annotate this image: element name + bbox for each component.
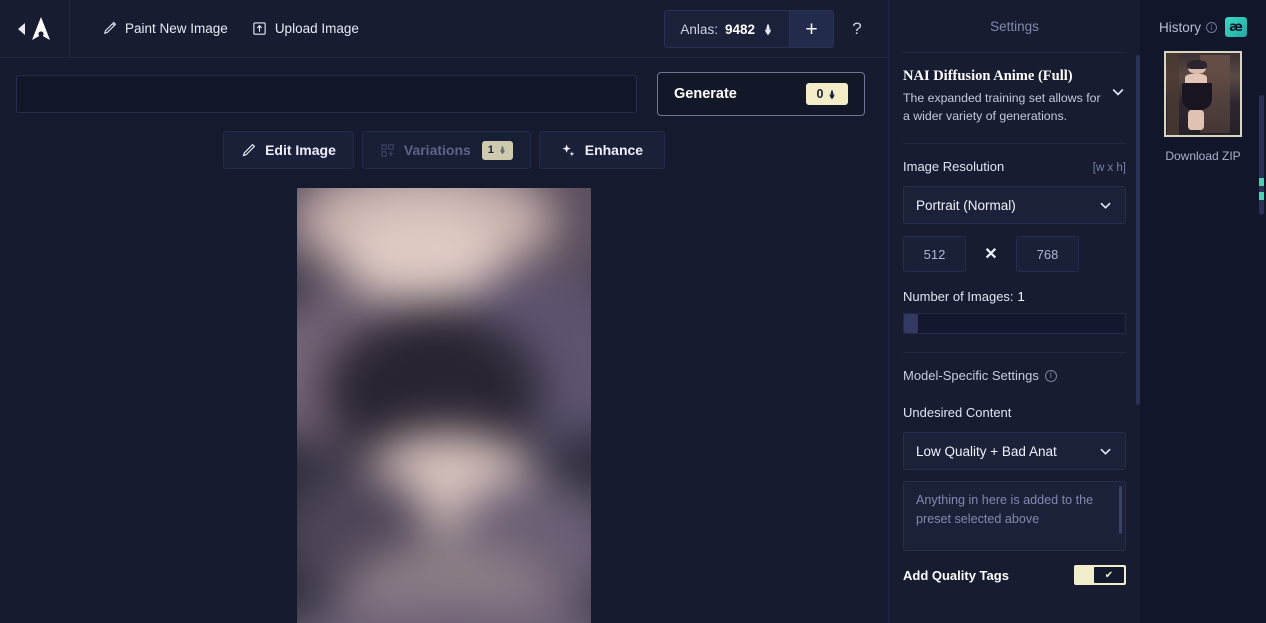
pencil-icon — [242, 143, 256, 156]
undesired-content-placeholder: Anything in here is added to the preset … — [916, 493, 1094, 527]
settings-scroll-area: NAI Diffusion Anime (Full) The expanded … — [889, 52, 1140, 623]
preview-blur-layer — [297, 188, 591, 623]
number-of-images-value: 1 — [1017, 289, 1025, 305]
anlas-icon — [765, 23, 771, 35]
logo-zone — [0, 0, 70, 58]
anlas-counter[interactable]: Anlas: 9482 — [664, 10, 790, 48]
model-card-text: NAI Diffusion Anime (Full) The expanded … — [903, 68, 1104, 125]
sparkle-icon — [562, 143, 575, 156]
resolution-preset-select[interactable]: Portrait (Normal) — [903, 186, 1126, 225]
tab-enhance[interactable]: Enhance — [538, 131, 665, 169]
dimension-inputs: 512 ✕ 768 — [903, 236, 1126, 273]
tab-edit-image[interactable]: Edit Image — [223, 131, 354, 169]
toggle-knob: ✔ — [1094, 567, 1124, 584]
main-workspace: Paint New Image Upload Image Anlas: 9482 — [0, 0, 888, 623]
history-label: History — [1158, 19, 1201, 35]
chevron-down-icon — [1100, 448, 1111, 455]
history-header: History i æ — [1140, 17, 1266, 37]
tab-variations[interactable]: Variations 1 — [361, 131, 531, 169]
add-quality-tags-row: Add Quality Tags ✔ — [903, 565, 1126, 586]
history-panel: History i æ Download ZIP — [1140, 0, 1266, 623]
model-specific-settings-label: Model-Specific Settings — [903, 368, 1039, 384]
number-of-images-label: Number of Images: — [903, 289, 1014, 305]
grid-plus-icon — [381, 143, 394, 157]
generated-image-preview[interactable] — [297, 188, 591, 623]
variations-cost-value: 1 — [487, 144, 494, 156]
model-selector[interactable]: NAI Diffusion Anime (Full) The expanded … — [903, 68, 1126, 125]
anlas-value: 9482 — [724, 21, 755, 37]
image-resolution-label: Image Resolution — [903, 159, 1005, 175]
tool-tabs: Edit Image Variations 1 Enhance — [0, 131, 888, 169]
settings-panel: Settings NAI Diffusion Anime (Full) The … — [888, 0, 1140, 623]
slider-knob[interactable] — [904, 314, 918, 334]
prompt-input-wrapper[interactable] — [16, 75, 637, 113]
topbar-right-group: Anlas: 9482 + ? — [664, 0, 874, 58]
add-quality-tags-label: Add Quality Tags — [903, 567, 1009, 583]
undesired-content-textarea[interactable]: Anything in here is added to the preset … — [903, 481, 1126, 552]
anlas-label: Anlas: — [680, 21, 718, 37]
history-scroll-tick — [1259, 192, 1264, 200]
resolution-preset-value: Portrait (Normal) — [916, 197, 1016, 213]
history-scroll-tick — [1259, 178, 1264, 186]
extension-badge-icon[interactable]: æ — [1225, 17, 1247, 37]
upload-image-label: Upload Image — [274, 21, 359, 36]
chevron-down-icon — [1100, 202, 1111, 209]
height-input[interactable]: 768 — [1016, 236, 1079, 273]
novelai-logo-icon[interactable] — [30, 16, 52, 42]
info-icon[interactable]: i — [1044, 369, 1057, 382]
model-section: NAI Diffusion Anime (Full) The expanded … — [903, 52, 1126, 143]
upload-image-button[interactable]: Upload Image — [242, 14, 369, 43]
paint-new-image-button[interactable]: Paint New Image — [92, 14, 238, 43]
number-of-images-row: Number of Images: 1 — [903, 289, 1126, 304]
sidebar-collapse-icon[interactable] — [17, 22, 25, 35]
check-icon: ✔ — [1104, 569, 1114, 581]
add-anlas-button[interactable]: + — [790, 10, 834, 48]
help-button[interactable]: ? — [840, 10, 874, 48]
top-nav: Paint New Image Upload Image — [92, 14, 369, 43]
height-value: 768 — [1036, 246, 1059, 262]
undesired-content-preset-select[interactable]: Low Quality + Bad Anat — [903, 432, 1126, 471]
generate-label: Generate — [674, 86, 737, 102]
top-bar: Paint New Image Upload Image Anlas: 9482 — [0, 0, 888, 58]
undesired-content-preset-value: Low Quality + Bad Anat — [916, 443, 1057, 459]
tab-edit-image-label: Edit Image — [265, 142, 336, 158]
upload-icon — [253, 22, 266, 35]
brush-icon — [104, 21, 117, 34]
add-quality-tags-toggle[interactable]: ✔ — [1074, 565, 1126, 586]
number-of-images-slider[interactable] — [903, 313, 1126, 335]
resolution-header: Image Resolution [w x h] — [903, 159, 1126, 174]
width-input[interactable]: 512 — [903, 236, 966, 273]
tab-variations-label: Variations — [403, 142, 471, 158]
anlas-icon — [500, 145, 505, 155]
chevron-down-icon[interactable] — [1110, 84, 1126, 100]
prompt-row: Generate 0 — [0, 58, 888, 116]
info-icon[interactable]: i — [1206, 21, 1217, 33]
image-resolution-section: Image Resolution [w x h] Portrait (Norma… — [903, 143, 1126, 352]
novelai-image-generation-app: Paint New Image Upload Image Anlas: 9482 — [0, 0, 1266, 623]
model-specific-settings-section: Model-Specific Settings i Undesired Cont… — [903, 352, 1126, 603]
generate-button[interactable]: Generate 0 — [657, 72, 865, 116]
generate-cost-value: 0 — [816, 87, 824, 101]
settings-title: Settings — [990, 18, 1039, 34]
anlas-icon — [829, 89, 835, 99]
canvas-area — [0, 169, 888, 623]
width-value: 512 — [923, 246, 946, 262]
undesired-content-label: Undesired Content — [903, 405, 1012, 421]
dimension-separator-icon: ✕ — [984, 246, 998, 264]
model-name: NAI Diffusion Anime (Full) — [903, 68, 1073, 84]
paint-new-image-label: Paint New Image — [125, 21, 228, 36]
generate-cost-pill: 0 — [806, 83, 848, 105]
resolution-hint: [w x h] — [1092, 162, 1126, 175]
tab-enhance-label: Enhance — [584, 142, 644, 158]
model-specific-settings-header: Model-Specific Settings i — [903, 368, 1126, 383]
model-description: The expanded training set allows for a w… — [903, 91, 1101, 124]
help-label: ? — [852, 19, 862, 38]
textarea-scrollbar[interactable] — [1119, 486, 1122, 535]
variations-cost-pill: 1 — [481, 140, 513, 160]
plus-label: + — [805, 17, 818, 41]
history-thumbnail[interactable] — [1164, 51, 1242, 137]
prompt-input[interactable] — [17, 76, 636, 112]
download-zip-button[interactable]: Download ZIP — [1140, 149, 1266, 163]
